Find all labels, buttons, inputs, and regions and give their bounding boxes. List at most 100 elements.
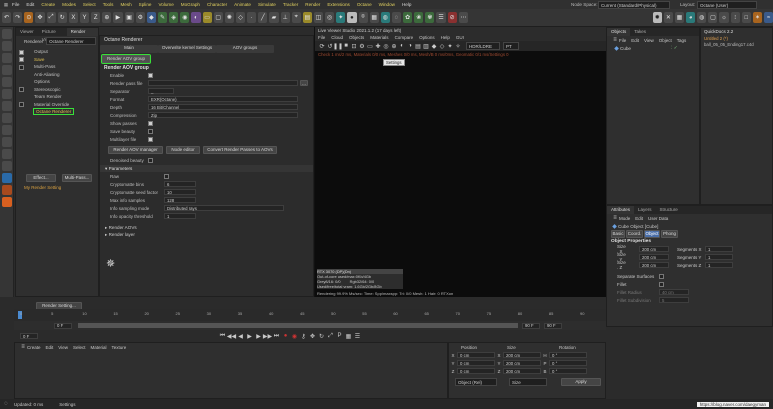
om-menu-object[interactable]: Object	[659, 38, 672, 43]
coord-mode-select[interactable]: Object (Rel)	[455, 378, 497, 386]
stop-render-icon[interactable]: ■	[342, 43, 350, 49]
menu-modes[interactable]: Modes	[62, 2, 76, 7]
am-menu-user-data[interactable]: User Data	[648, 216, 668, 221]
rotate-icon[interactable]: ↻	[57, 12, 67, 23]
tree-item-octane-renderer[interactable]: Octane Renderer	[16, 108, 98, 116]
octane-material-icon[interactable]: ●	[347, 12, 357, 23]
seg-z-field[interactable]: 1	[705, 262, 733, 268]
am-menu-icon[interactable]: ≡	[611, 215, 619, 221]
subtab-coord[interactable]: Coord.	[626, 230, 643, 238]
menu-select[interactable]: Select	[83, 2, 96, 7]
toolbar-x-icon[interactable]: ✕	[663, 12, 673, 23]
lock-resolution-icon[interactable]: ⊡	[350, 43, 358, 50]
toolbar-cam-icon[interactable]: ▢	[708, 12, 718, 23]
menu-extensions[interactable]: Extensions	[327, 2, 349, 7]
subtab-object[interactable]: Object	[644, 230, 660, 238]
layout-select[interactable]: Octane (User)	[697, 1, 757, 9]
size-y-coord-field[interactable]: 200 cm	[503, 360, 541, 366]
tree-item-team-render[interactable]: Team Render	[16, 93, 98, 101]
separate-surfaces-checkbox[interactable]	[659, 273, 664, 279]
pla-key-icon[interactable]: ▦	[344, 333, 353, 340]
prev-key-icon[interactable]: ◀◀	[227, 333, 236, 340]
mm-menu-icon[interactable]: ≡	[19, 344, 27, 350]
current-frame-field[interactable]: 0 F	[20, 333, 38, 339]
plugin-a-icon[interactable]: ✿	[403, 12, 413, 23]
range-slider[interactable]	[78, 323, 518, 328]
strip-tool-4-icon[interactable]	[2, 65, 12, 75]
region-render-icon[interactable]: ▭	[366, 43, 374, 50]
multilayer-checkbox[interactable]	[148, 136, 153, 142]
menu-help[interactable]: Help	[402, 2, 411, 7]
range-start-field[interactable]: 0 F	[54, 322, 72, 329]
zoom-icon[interactable]: ⊕	[390, 43, 398, 50]
menu-octane[interactable]: Octane	[357, 2, 372, 7]
pos-key-icon[interactable]: ✥	[308, 333, 317, 340]
play-icon[interactable]: ▶	[245, 333, 254, 340]
deformer-icon[interactable]: ◐	[191, 12, 201, 23]
goto-end-icon[interactable]: ⏭	[272, 333, 281, 340]
rot-b-field[interactable]: 0 °	[549, 368, 587, 374]
octane-live-viewer-icon[interactable]: ◎	[325, 12, 335, 23]
tab-attributes[interactable]: Attributes	[607, 206, 635, 214]
toolbar-dots-icon[interactable]: ⁝	[730, 12, 740, 23]
polygons-mode-icon[interactable]: ▰	[269, 12, 279, 23]
stereoscopic-checkbox[interactable]	[19, 87, 24, 92]
menu-window[interactable]: Window	[379, 2, 395, 7]
octane-hdri-icon[interactable]: ◍	[380, 12, 390, 23]
coord-size-mode-select[interactable]: Size	[509, 378, 547, 386]
tree-item-material-override[interactable]: Material Override	[16, 101, 98, 109]
strip-tool-2-icon[interactable]	[2, 41, 12, 51]
tab-overwrite-kernel[interactable]: Overwrite kernel Settings	[158, 45, 216, 53]
tree-item-multi-pass[interactable]: Multi-Pass	[16, 63, 98, 71]
viewer-extra-1-icon[interactable]: ◐	[398, 43, 406, 49]
render-layer-section[interactable]: ▸ Render layer	[100, 231, 313, 238]
mm-menu-texture[interactable]: Texture	[112, 345, 127, 350]
focus-picker-icon[interactable]: ◎	[382, 43, 390, 50]
rot-p-field[interactable]: 0 °	[549, 360, 587, 366]
live-selection-icon[interactable]: ⊙	[24, 12, 34, 23]
output-checkbox[interactable]	[19, 49, 24, 55]
strip-tool-6-icon[interactable]	[2, 89, 12, 99]
tab-layers[interactable]: Layers	[634, 206, 656, 214]
render-pass-file-field[interactable]	[148, 80, 298, 86]
menu-spline[interactable]: Spline	[139, 2, 152, 7]
tab-viewer[interactable]: Viewer	[16, 28, 38, 36]
convert-passes-button[interactable]: Convert Render Passes to AOVs	[203, 146, 277, 154]
menu-render[interactable]: Render	[305, 2, 320, 7]
render-aov-manager-button[interactable]: Render AOV manager	[108, 146, 163, 154]
pos-z-field[interactable]: 0 cm	[457, 368, 495, 374]
redo-icon[interactable]: ↷	[13, 12, 23, 23]
multi-pass-button[interactable]: Multi-Pass...	[62, 174, 92, 182]
menu-mesh[interactable]: Mesh	[120, 2, 131, 7]
goto-start-icon[interactable]: ⏮	[218, 333, 227, 340]
make-editable-icon[interactable]	[2, 29, 12, 39]
subdivision-icon[interactable]: ◈	[169, 12, 179, 23]
compression-select[interactable]: Zip	[148, 112, 298, 118]
strip-tool-13-icon[interactable]	[2, 173, 12, 183]
material-override-checkbox[interactable]	[19, 102, 24, 107]
strip-tool-11-icon[interactable]	[2, 149, 12, 159]
am-menu-mode[interactable]: Mode	[619, 216, 630, 221]
size-x-coord-field[interactable]: 200 cm	[503, 352, 541, 358]
apply-button[interactable]: Apply	[561, 378, 601, 386]
workplane-icon[interactable]: ▤	[302, 12, 312, 23]
points-mode-icon[interactable]: ·	[247, 12, 257, 23]
autokey-icon[interactable]: ◉	[290, 333, 299, 340]
browse-file-button[interactable]: …	[300, 80, 308, 86]
edges-mode-icon[interactable]: ╱	[258, 12, 268, 23]
save-beauty-checkbox[interactable]	[148, 128, 153, 134]
pause-render-icon[interactable]: ❚❚	[333, 43, 343, 50]
subtab-basic[interactable]: Basic	[611, 230, 625, 238]
seg-x-field[interactable]: 1	[705, 246, 733, 252]
toolbar-water-icon[interactable]: ≈	[764, 12, 773, 23]
strip-tool-9-icon[interactable]	[2, 125, 12, 135]
effect-button[interactable]: Effect...	[26, 174, 56, 182]
tab-render-aov-group[interactable]: Render AOV group	[101, 54, 151, 64]
viewer-extra-8-icon[interactable]: ✧	[454, 43, 462, 50]
size-y-field[interactable]: 200 cm	[639, 254, 669, 260]
light-icon[interactable]: ✺	[224, 12, 234, 23]
rot-h-field[interactable]: 0 °	[549, 352, 587, 358]
viewer-menu-compare[interactable]: Compare	[395, 35, 414, 40]
menu-tracker[interactable]: Tracker	[283, 2, 298, 7]
am-menu-edit[interactable]: Edit	[635, 216, 643, 221]
